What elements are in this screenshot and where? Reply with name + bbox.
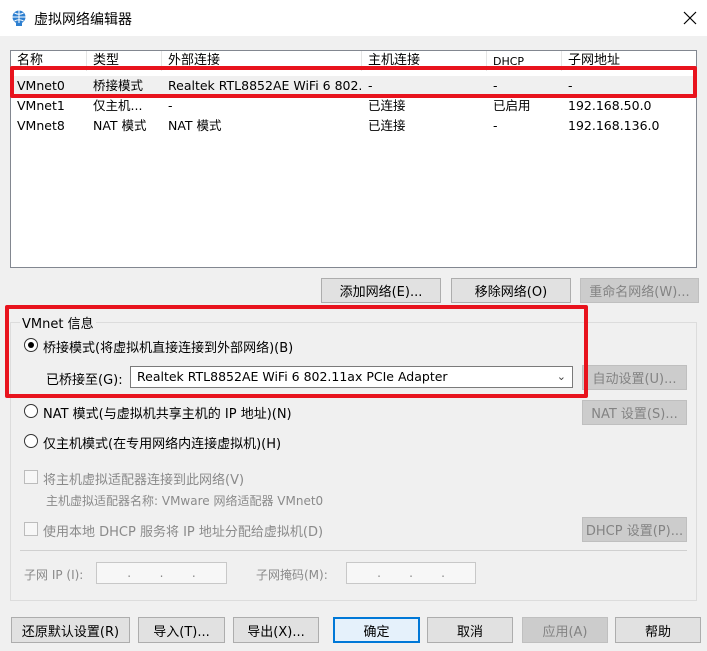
ok-button[interactable]: 确定 — [333, 617, 420, 643]
window-title: 虚拟网络编辑器 — [34, 12, 132, 28]
adapter-name-text: 主机虚拟适配器名称: VMware 网络适配器 VMnet0 — [46, 494, 324, 508]
dhcp-settings-button[interactable]: DHCP 设置(P)... — [582, 517, 687, 542]
apply-button[interactable]: 应用(A) — [522, 617, 608, 643]
ip-dot: . — [191, 566, 196, 580]
ip-dot: . — [159, 566, 164, 580]
subnet-mask-label: 子网掩码(M): — [256, 568, 328, 582]
ip-dot: . — [441, 566, 445, 580]
cell-host: 已连接 — [368, 118, 406, 133]
export-button[interactable]: 导出(X)... — [233, 617, 319, 643]
add-network-button[interactable]: 添加网络(E)... — [321, 278, 441, 303]
table-row[interactable]: VMnet1 仅主机... - 已连接 已启用 192.168.50.0 — [11, 96, 696, 116]
use-dhcp-checkbox[interactable] — [24, 522, 38, 536]
separator — [20, 550, 687, 551]
ip-dot: . — [127, 566, 132, 580]
cell-dhcp: - — [493, 118, 498, 133]
table-row[interactable]: VMnet8 NAT 模式 NAT 模式 已连接 - 192.168.136.0 — [11, 116, 696, 136]
subnet-ip-label: 子网 IP (I): — [24, 568, 84, 582]
import-button[interactable]: 导入(T)... — [138, 617, 225, 643]
subnet-mask-input[interactable]: ... — [346, 562, 476, 584]
highlight-box-bridge — [5, 305, 588, 398]
cell-type: NAT 模式 — [93, 118, 147, 133]
connect-adapter-checkbox[interactable] — [24, 470, 38, 484]
host-only-label[interactable]: 仅主机模式(在专用网络内连接虚拟机)(H) — [43, 433, 281, 452]
rename-network-button[interactable]: 重命名网络(W)... — [580, 278, 699, 303]
cell-type: 仅主机... — [93, 98, 143, 113]
subnet-ip-input[interactable]: ... — [96, 562, 227, 584]
nat-mode-label[interactable]: NAT 模式(与虚拟机共享主机的 IP 地址)(N) — [43, 403, 292, 422]
auto-settings-button[interactable]: 自动设置(U)... — [582, 365, 687, 390]
cell-external: NAT 模式 — [168, 118, 222, 133]
connect-adapter-label: 将主机虚拟适配器连接到此网络(V) — [43, 473, 245, 488]
cell-subnet: 192.168.50.0 — [568, 98, 652, 113]
cancel-button[interactable]: 取消 — [427, 617, 513, 643]
cell-name: VMnet8 — [17, 118, 65, 133]
ip-dot: . — [377, 566, 381, 580]
close-icon — [683, 11, 697, 25]
cell-name: VMnet1 — [17, 98, 65, 113]
host-only-radio[interactable] — [24, 434, 38, 448]
highlight-box-row — [10, 66, 697, 98]
nat-mode-radio[interactable] — [24, 404, 38, 418]
restore-defaults-button[interactable]: 还原默认设置(R) — [11, 617, 130, 643]
network-globe-icon — [10, 9, 28, 27]
ip-dot: . — [409, 566, 413, 580]
cell-host: 已连接 — [368, 98, 406, 113]
help-button[interactable]: 帮助 — [615, 617, 701, 643]
cell-external: - — [168, 98, 173, 113]
cell-subnet: 192.168.136.0 — [568, 118, 660, 133]
cell-dhcp: 已启用 — [493, 98, 531, 113]
use-dhcp-label: 使用本地 DHCP 服务将 IP 地址分配给虚拟机(D) — [43, 525, 324, 540]
close-button[interactable] — [676, 5, 704, 31]
remove-network-button[interactable]: 移除网络(O) — [451, 278, 571, 303]
nat-settings-button[interactable]: NAT 设置(S)... — [582, 400, 687, 425]
